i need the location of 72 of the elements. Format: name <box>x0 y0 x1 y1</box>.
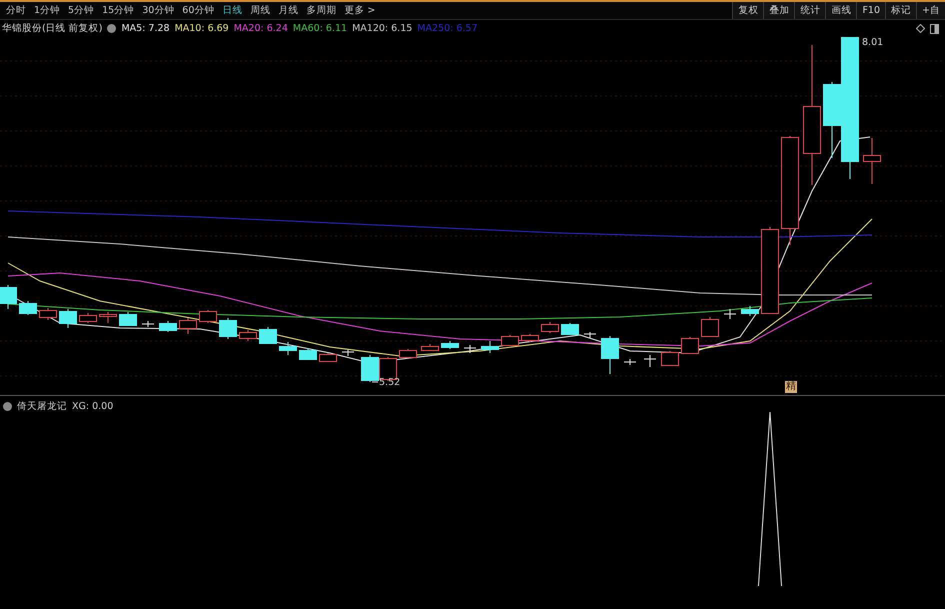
signal-tag: 精 <box>785 381 797 393</box>
candlestick <box>79 312 97 324</box>
candlestick <box>741 306 759 316</box>
period-tab[interactable]: 周线 <box>246 4 274 17</box>
moving-average-reading: MA60: 6.11 <box>292 23 348 34</box>
candlestick <box>279 342 297 356</box>
candlestick <box>119 312 137 326</box>
period-tab[interactable]: 多周期 <box>302 4 340 17</box>
candlestick <box>142 320 154 328</box>
candlestick <box>0 284 17 310</box>
low-price-label: 5.52 <box>379 377 400 388</box>
candlestick <box>464 344 476 354</box>
toolbar-button[interactable]: 叠加 <box>763 2 794 19</box>
toolbar-button[interactable]: 画线 <box>825 2 856 19</box>
period-tab[interactable]: 30分钟 <box>138 4 178 17</box>
candlestick <box>421 344 439 352</box>
period-tab[interactable]: 5分钟 <box>64 4 98 17</box>
candlestick <box>179 318 197 334</box>
candlestick <box>59 308 77 328</box>
candlestick <box>319 352 337 362</box>
period-tab[interactable]: 日线 <box>218 4 246 17</box>
indicator-title: 倚天屠龙记 <box>17 400 67 413</box>
candlestick <box>219 318 237 340</box>
candlestick <box>601 336 619 374</box>
candlestick <box>541 322 559 334</box>
candlestick <box>863 138 881 184</box>
period-tab[interactable]: 分时 <box>2 4 30 17</box>
diamond-icon[interactable] <box>916 24 925 33</box>
moving-average-reading: MA250: 6.57 <box>417 23 478 34</box>
candlestick <box>39 308 57 320</box>
candlestick <box>661 350 679 366</box>
stock-title: 华锦股份(日线 前复权) <box>2 22 102 35</box>
candlestick <box>399 348 417 358</box>
indicator-reading: XG: 0.00 <box>72 401 114 412</box>
candlestick <box>19 300 37 316</box>
period-tab[interactable]: 更多 > <box>340 4 380 17</box>
period-tab[interactable]: 月线 <box>274 4 302 17</box>
candlestick <box>99 312 117 324</box>
moving-average-reading: MA20: 6.24 <box>234 23 288 34</box>
candlestick <box>342 350 354 356</box>
candlestick <box>441 340 459 350</box>
candlestick <box>299 348 317 360</box>
toolbar-button[interactable]: 统计 <box>794 2 826 19</box>
period-tab[interactable]: 1分钟 <box>30 4 64 17</box>
candlestick <box>501 334 519 346</box>
toolbar-button[interactable]: F10 <box>856 2 886 19</box>
candlestick <box>361 354 379 382</box>
candlestick <box>521 334 539 342</box>
settings-icon[interactable] <box>3 402 12 411</box>
moving-average-reading: MA10: 6.69 <box>174 23 229 34</box>
candlestick <box>239 330 257 342</box>
period-tab[interactable]: 15分钟 <box>98 4 138 17</box>
period-tab[interactable]: 60分钟 <box>178 4 218 17</box>
toolbar-button[interactable]: +自 <box>916 2 945 19</box>
moving-average-reading: MA5: 7.28 <box>121 23 170 34</box>
high-price-label: 8.01 <box>862 37 884 48</box>
settings-icon[interactable] <box>107 24 116 33</box>
panel-icon[interactable] <box>930 24 939 34</box>
candlestick <box>561 322 579 336</box>
candlestick <box>584 332 596 338</box>
candlestick <box>199 310 217 324</box>
candlestick <box>481 340 499 354</box>
candlestick <box>701 316 719 338</box>
candlestick <box>724 308 736 320</box>
moving-average-reading: MA120: 6.15 <box>352 23 412 34</box>
candlestick <box>259 326 277 344</box>
toolbar-button[interactable]: 复权 <box>732 2 764 19</box>
candlestick <box>624 358 636 366</box>
candlestick <box>159 320 177 332</box>
candlestick <box>681 336 699 354</box>
toolbar-button[interactable]: 标记 <box>885 2 916 19</box>
candlestick <box>644 354 656 368</box>
